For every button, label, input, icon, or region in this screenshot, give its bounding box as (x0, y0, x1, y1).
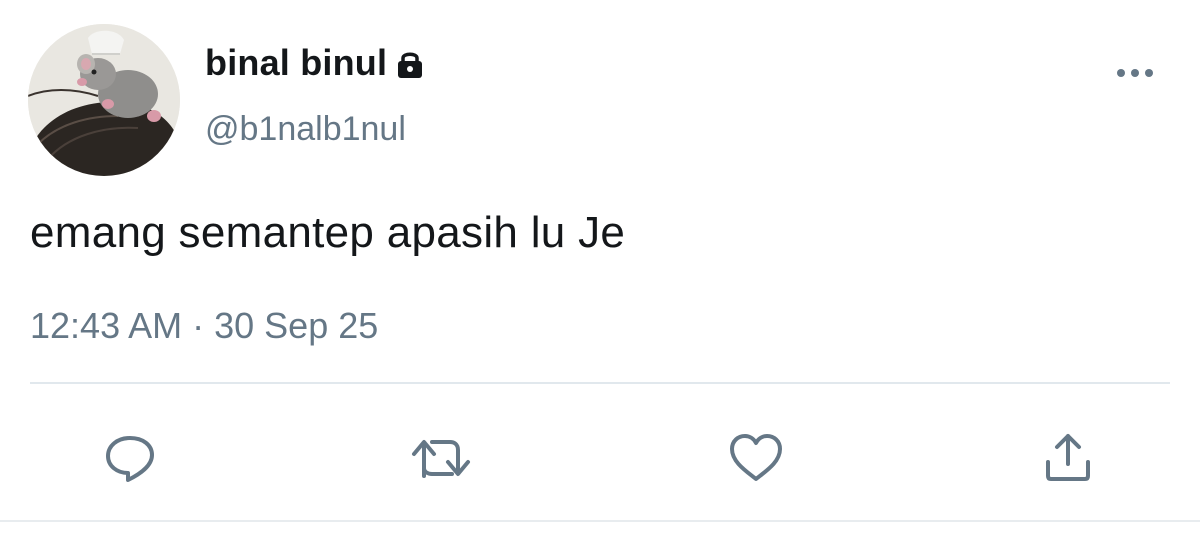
timestamp[interactable]: 12:43 AM · 30 Sep 25 (30, 305, 378, 347)
reply-button[interactable] (98, 426, 162, 490)
tweet-date: 30 Sep 25 (214, 305, 379, 346)
divider (30, 382, 1170, 384)
share-icon (1046, 434, 1090, 481)
tweet-time: 12:43 AM (30, 305, 183, 346)
lock-icon (395, 47, 425, 79)
tweet-text: emang semantep apasih lu Je (30, 208, 626, 257)
reply-icon (106, 436, 154, 482)
avatar-image (28, 24, 180, 176)
action-bar (0, 420, 1200, 490)
display-name-row[interactable]: binal binul (205, 42, 425, 84)
retweet-button[interactable] (410, 426, 474, 490)
tweet-detail: binal binul @b1nalb1nul emang semantep a… (0, 0, 1200, 542)
display-name[interactable]: binal binul (205, 42, 387, 84)
more-button[interactable] (1110, 58, 1160, 88)
more-horizontal-icon (1117, 69, 1153, 77)
like-button[interactable] (724, 426, 788, 490)
heart-icon (730, 434, 782, 481)
retweet-icon (412, 440, 470, 478)
handle[interactable]: @b1nalb1nul (205, 110, 406, 149)
bottom-divider (0, 520, 1200, 522)
share-button[interactable] (1036, 426, 1100, 490)
timestamp-separator: · (182, 305, 215, 346)
avatar[interactable] (28, 24, 180, 176)
